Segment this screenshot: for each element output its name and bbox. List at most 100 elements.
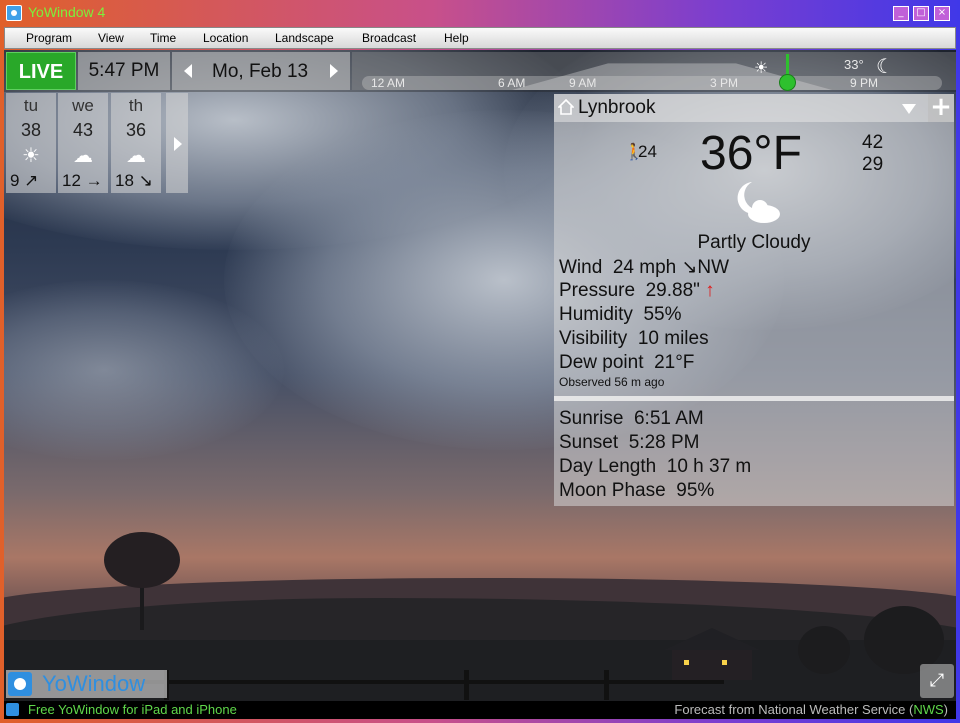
timeline-temperature: 33°: [844, 57, 864, 72]
window-title: YoWindow 4: [28, 4, 106, 20]
window-frame: YoWindow 4 _ □ × Program View Time Locat…: [0, 0, 960, 723]
dewpoint-row: Dew point 21°F: [559, 352, 694, 374]
forecast-day[interactable]: we 43 ☁ 12 →: [58, 93, 108, 193]
window-light: [684, 660, 689, 665]
menu-help[interactable]: Help: [444, 31, 469, 45]
current-temperature: 36°F: [700, 127, 802, 180]
status-bar: Free YoWindow for iPad and iPhone Foreca…: [4, 701, 956, 719]
menu-landscape[interactable]: Landscape: [275, 31, 334, 45]
forecast-wind: 9 ↗: [10, 171, 39, 190]
forecast-wind: 18 ↘: [115, 171, 153, 190]
timeline-slider[interactable]: 12 AM 6 AM 9 AM 3 PM 9 PM ☀ 33° ☾: [352, 52, 956, 91]
forecast-high: 38: [20, 120, 42, 140]
partly-sunny-icon: ☀: [754, 58, 769, 77]
partly-sunny-icon: ☀: [22, 143, 40, 167]
visibility-row: Visibility 10 miles: [559, 328, 709, 350]
dewpoint-label: Dew point: [559, 352, 644, 373]
rain-cloud-icon: ☁: [73, 143, 93, 167]
add-location-button[interactable]: +: [928, 94, 954, 122]
close-button[interactable]: ×: [934, 6, 950, 21]
timeline-tick: 9 AM: [569, 76, 597, 90]
app-icon[interactable]: [6, 5, 22, 21]
moon-phase-label: Moon Phase: [559, 480, 666, 501]
humidity-value: 55%: [643, 304, 682, 325]
partly-cloudy-night-icon: [737, 182, 780, 223]
weather-condition: Partly Cloudy: [697, 232, 811, 253]
forecast-day-name: tu: [23, 96, 39, 115]
moon-phase-value: 95%: [676, 480, 715, 501]
time-slider-handle[interactable]: [779, 74, 796, 91]
credits-prefix: Forecast from National Weather Service (: [674, 702, 914, 717]
prev-day-arrow-icon[interactable]: [184, 64, 192, 78]
forecast-credits: Forecast from National Weather Service (…: [674, 702, 948, 717]
dewpoint-value: 21°F: [654, 352, 695, 373]
fullscreen-button[interactable]: ⤢: [920, 664, 954, 698]
feels-like-temp: 24: [638, 142, 657, 161]
window-light: [722, 660, 727, 665]
sun-logo-icon: [8, 672, 32, 696]
credits-suffix: ): [943, 702, 948, 717]
menu-location[interactable]: Location: [203, 31, 248, 45]
forecast-day[interactable]: th 36 ☁ 18 ↘: [111, 93, 161, 193]
visibility-value: 10 miles: [637, 328, 709, 349]
high-temp: 42: [862, 132, 884, 153]
yowindow-logo[interactable]: YoWindow: [6, 670, 167, 698]
menu-time[interactable]: Time: [150, 31, 176, 45]
location-header[interactable]: Lynbrook +: [554, 94, 954, 122]
date-display[interactable]: Mo, Feb 13: [212, 61, 308, 83]
pressure-value: 29.88": [645, 280, 700, 301]
menu-view[interactable]: View: [98, 31, 124, 45]
tree-icon: [104, 532, 180, 588]
humidity-label: Humidity: [559, 304, 633, 325]
sunset-value: 5:28 PM: [628, 432, 700, 453]
pressure-label: Pressure: [559, 280, 636, 301]
visibility-label: Visibility: [559, 328, 628, 349]
forecast-day-name: th: [128, 96, 144, 115]
day-length-label: Day Length: [559, 456, 657, 477]
pressure-row: Pressure 29.88" ↑: [559, 280, 715, 302]
wind-value: 24 mph ↘NW: [612, 257, 730, 278]
sunset-row: Sunset 5:28 PM: [559, 432, 699, 454]
weather-panel: Lynbrook + 🚶 24 36°F 42 29 Partly Cloudy…: [554, 94, 954, 506]
timeline-tick: 12 AM: [371, 76, 406, 90]
forecast-strip: tu 38 ☀ 9 ↗ we 43 ☁ 12 → th 36 ☁ 18 ↘: [6, 93, 188, 193]
nws-link[interactable]: NWS: [913, 702, 943, 717]
sunrise-row: Sunrise 6:51 AM: [559, 408, 704, 430]
forecast-high: 36: [125, 120, 147, 140]
menu-broadcast[interactable]: Broadcast: [362, 31, 416, 45]
location-name[interactable]: Lynbrook: [578, 97, 655, 119]
menu-program[interactable]: Program: [26, 31, 72, 45]
fence: [124, 680, 724, 684]
timeline-tick: 6 AM: [498, 76, 526, 90]
wind-label: Wind: [559, 257, 603, 278]
yowindow-small-icon: [6, 703, 19, 716]
forecast-day[interactable]: tu 38 ☀ 9 ↗: [6, 93, 56, 193]
title-bar[interactable]: YoWindow 4 _ □ ×: [0, 0, 960, 26]
home-icon[interactable]: [558, 99, 574, 115]
low-temp: 29: [862, 154, 884, 175]
moon-icon: ☾: [876, 54, 894, 78]
ipad-promo-link[interactable]: Free YoWindow for iPad and iPhone: [28, 702, 237, 717]
humidity-row: Humidity 55%: [559, 304, 682, 326]
sunrise-label: Sunrise: [559, 408, 624, 429]
pressure-trend-arrow-icon: ↑: [705, 280, 715, 301]
menu-bar: Program View Time Location Landscape Bro…: [4, 27, 956, 49]
timeline-tick: 9 PM: [850, 76, 879, 90]
timeline-tick: 3 PM: [710, 76, 739, 90]
live-button[interactable]: LIVE: [6, 52, 76, 90]
next-day-arrow-icon[interactable]: [330, 64, 338, 78]
location-dropdown-icon[interactable]: [902, 104, 916, 114]
divider: [554, 396, 954, 401]
logo-text: YoWindow: [42, 671, 146, 696]
forecast-day-name: we: [72, 96, 94, 115]
wind-row: Wind 24 mph ↘NW: [559, 256, 729, 279]
maximize-button[interactable]: □: [913, 6, 929, 21]
observed-time: Observed 56 m ago: [559, 375, 665, 389]
time-display[interactable]: 5:47 PM: [78, 52, 170, 90]
sunrise-value: 6:51 AM: [633, 408, 704, 429]
forecast-high: 43: [72, 120, 94, 140]
cloud-icon: ☁: [126, 143, 146, 167]
minimize-button[interactable]: _: [893, 6, 909, 21]
date-selector: Mo, Feb 13: [172, 52, 350, 90]
forecast-next-button[interactable]: [166, 93, 188, 193]
